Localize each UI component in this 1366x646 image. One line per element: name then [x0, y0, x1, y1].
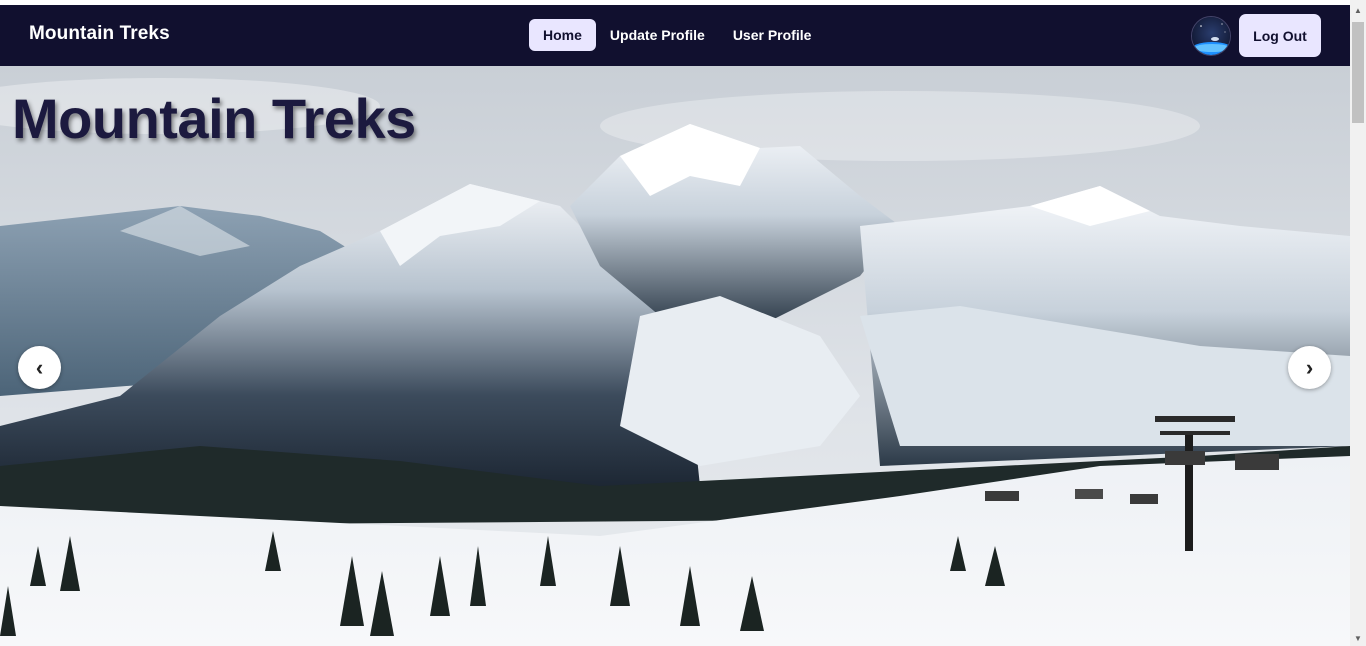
- scroll-down-arrow-icon[interactable]: ▼: [1350, 632, 1366, 646]
- hero-carousel: Mountain Treks ‹ ›: [0, 66, 1350, 646]
- vertical-scrollbar[interactable]: ▲ ▼: [1350, 0, 1366, 646]
- mountain-landscape-image: [0, 66, 1350, 646]
- earth-avatar-icon[interactable]: [1191, 16, 1231, 56]
- chevron-left-icon[interactable]: ‹: [18, 346, 61, 389]
- logout-button[interactable]: Log Out: [1239, 14, 1321, 57]
- nav-home-link[interactable]: Home: [529, 19, 596, 51]
- scroll-up-arrow-icon[interactable]: ▲: [1350, 4, 1366, 18]
- nav-update-profile-link[interactable]: Update Profile: [596, 19, 719, 51]
- scrollbar-thumb[interactable]: [1352, 22, 1364, 123]
- chevron-right-icon[interactable]: ›: [1288, 346, 1331, 389]
- nav-links: Home Update Profile User Profile: [529, 19, 825, 51]
- hero-title: Mountain Treks: [12, 87, 416, 150]
- navbar: Mountain Treks Home Update Profile User …: [0, 5, 1350, 66]
- nav-user-profile-link[interactable]: User Profile: [719, 19, 826, 51]
- brand-title[interactable]: Mountain Treks: [29, 23, 170, 45]
